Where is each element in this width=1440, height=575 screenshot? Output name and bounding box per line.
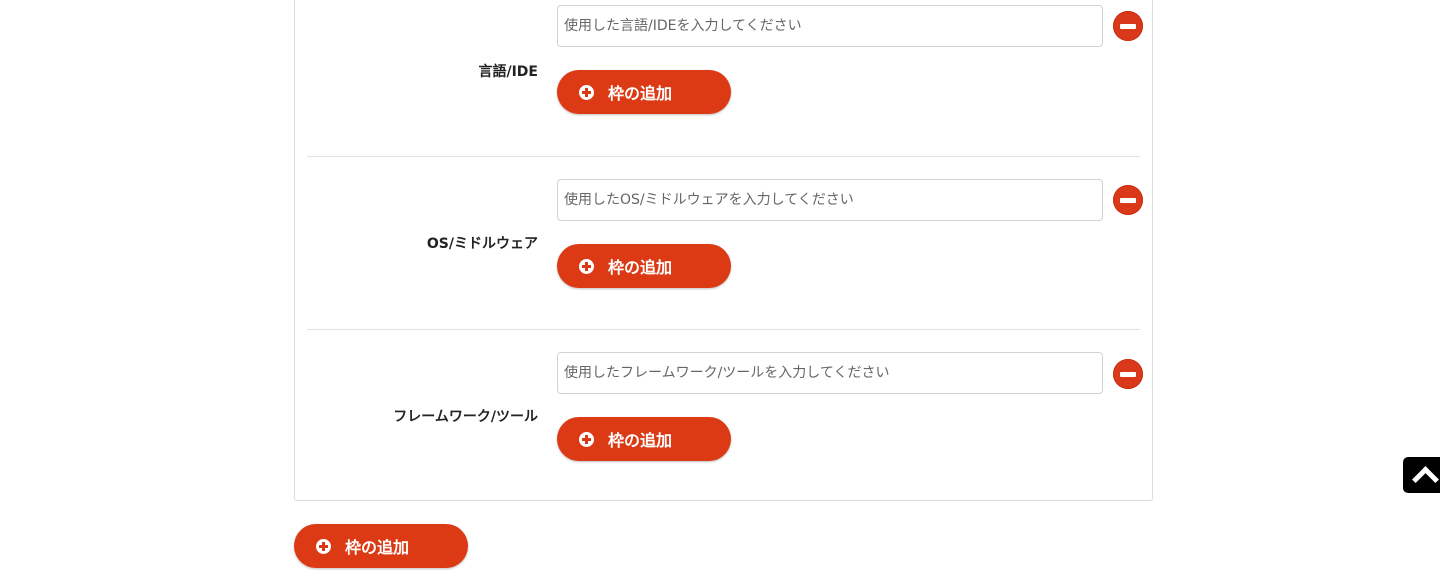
- section-language-ide: 言語/IDE 枠の追加: [295, 0, 1152, 157]
- field-label-os-middleware: OS/ミドルウェア: [426, 236, 538, 252]
- remove-os-middleware-button[interactable]: [1113, 185, 1143, 215]
- section-framework-tool: フレームワーク/ツール 枠の追加: [295, 330, 1152, 502]
- remove-framework-tool-button[interactable]: [1113, 359, 1143, 389]
- language-ide-input[interactable]: [557, 5, 1103, 47]
- remove-language-ide-button[interactable]: [1113, 11, 1143, 41]
- add-language-ide-button[interactable]: 枠の追加: [557, 70, 731, 114]
- add-button-label: 枠の追加: [608, 84, 673, 103]
- minus-circle-icon: [1120, 23, 1136, 29]
- minus-circle-icon: [1120, 197, 1136, 203]
- add-framework-tool-button[interactable]: 枠の追加: [557, 417, 731, 461]
- os-middleware-input[interactable]: [557, 179, 1103, 221]
- add-os-middleware-button[interactable]: 枠の追加: [557, 244, 731, 288]
- section-os-middleware: OS/ミドルウェア 枠の追加: [295, 157, 1152, 330]
- field-label-framework-tool: フレームワーク/ツール: [393, 409, 538, 425]
- plus-circle-icon: [316, 538, 331, 554]
- scroll-to-top-button[interactable]: [1403, 457, 1440, 493]
- add-section-button[interactable]: 枠の追加: [294, 524, 468, 568]
- add-button-label: 枠の追加: [345, 538, 410, 557]
- plus-circle-icon: [579, 431, 594, 447]
- plus-circle-icon: [579, 84, 594, 100]
- skills-card: 言語/IDE 枠の追加 OS/ミドルウェア 枠の追加 フレームワーク/ツール: [294, 0, 1153, 501]
- framework-tool-input[interactable]: [557, 352, 1103, 394]
- minus-circle-icon: [1120, 371, 1136, 377]
- add-button-label: 枠の追加: [608, 258, 673, 277]
- add-button-label: 枠の追加: [608, 431, 673, 450]
- field-label-language-ide: 言語/IDE: [478, 64, 538, 80]
- chevron-up-icon: [1411, 465, 1439, 493]
- plus-circle-icon: [579, 258, 594, 274]
